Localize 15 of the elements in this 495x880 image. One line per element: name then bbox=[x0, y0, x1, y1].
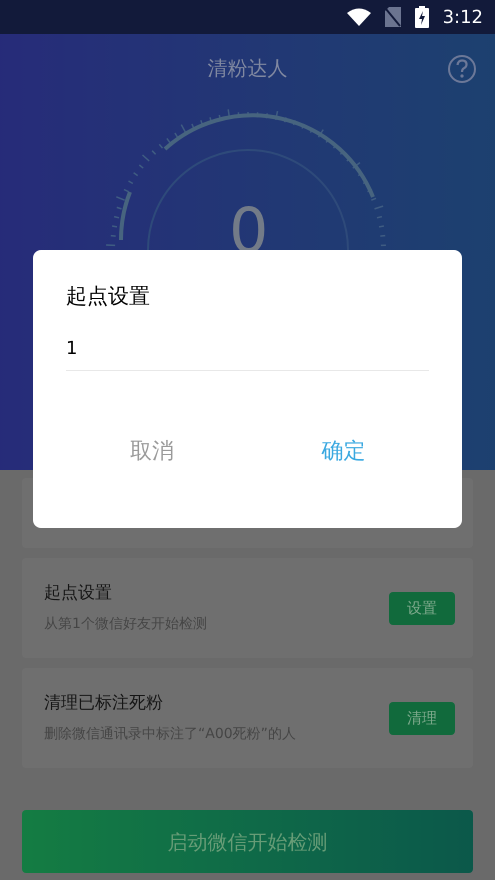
card-action-button[interactable]: 设置 bbox=[389, 592, 455, 624]
help-icon[interactable] bbox=[447, 54, 477, 84]
input-field[interactable]: 1 bbox=[66, 335, 429, 371]
card-title: 起点设置 bbox=[44, 582, 113, 605]
no-sim-icon bbox=[384, 7, 401, 27]
app-title: 清粉达人 bbox=[208, 55, 288, 82]
battery-charging-icon bbox=[414, 6, 429, 28]
dialog-button[interactable]: 取消 bbox=[56, 426, 248, 476]
start-button[interactable]: 启动微信开始检测 bbox=[22, 810, 473, 873]
dialog-title: 起点设置 bbox=[66, 286, 151, 307]
status-time: 3:12 bbox=[442, 6, 483, 30]
card-title: 清理已标注死粉 bbox=[44, 692, 164, 715]
dialog-button[interactable]: 确定 bbox=[248, 426, 439, 476]
card-action-button[interactable]: 清理 bbox=[389, 702, 455, 734]
wifi-icon bbox=[346, 8, 371, 26]
